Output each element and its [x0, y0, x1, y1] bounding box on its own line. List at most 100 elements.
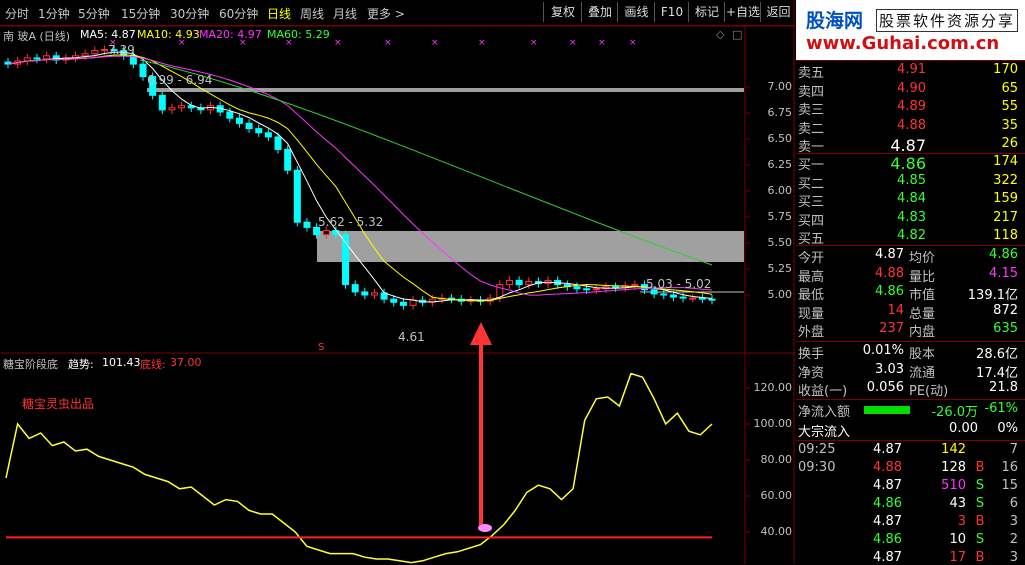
candle-body: [284, 148, 292, 171]
candle-body: [399, 301, 407, 306]
stat-label: 外盘: [798, 325, 825, 340]
candle-body: [255, 128, 263, 134]
candle-body: [525, 280, 533, 286]
candle-body: [139, 63, 147, 78]
sell-level-price: 4.90: [897, 80, 926, 96]
buy-level-volume: 322: [993, 172, 1018, 188]
fin-label: 流通: [909, 365, 936, 381]
candle-body: [592, 288, 600, 291]
candle-body: [168, 107, 176, 111]
net-inflow-value: -26.0万: [931, 405, 978, 420]
candle-body: [679, 296, 687, 299]
stat-value: 4.86: [875, 284, 904, 299]
sell-level-label: 卖四: [798, 84, 825, 100]
event-marker: ×: [569, 38, 577, 48]
price-axis-label: 7.00: [767, 80, 793, 93]
tick-side: B: [975, 460, 985, 475]
event-marker: ×: [629, 38, 637, 48]
candle-body: [293, 169, 301, 223]
price-axis-label: 6.75: [767, 106, 793, 119]
price-axis-label: 5.25: [767, 262, 793, 275]
tick-volume: 10: [949, 532, 966, 547]
stat-label: 市值: [909, 288, 936, 303]
fin-label: 换手: [798, 347, 825, 362]
stat-value: 4.86: [989, 247, 1018, 262]
fin-label: 收益(一): [798, 384, 848, 399]
candle-body: [100, 49, 108, 52]
watermark-brand: 股海网: [806, 10, 864, 32]
sell-level-price: 4.88: [897, 117, 926, 133]
event-marker: ×: [285, 38, 293, 48]
signal-dot: [478, 524, 492, 532]
stat-value: 139.1亿: [967, 288, 1018, 303]
event-marker: ×: [478, 38, 486, 48]
signal-arrow-head: [470, 322, 492, 345]
buy-level-label: 买二: [798, 176, 825, 192]
base-value: 37.00: [170, 356, 202, 369]
fin-label: 股本: [909, 347, 936, 362]
tick-side: S: [975, 532, 985, 547]
buy-level-price: 4.83: [897, 209, 926, 225]
tick-price: 4.87: [873, 478, 902, 493]
stat-value: 14: [887, 302, 904, 318]
stat-value: 635: [993, 321, 1018, 336]
event-marker: ×: [178, 38, 186, 48]
candle-body: [631, 284, 639, 287]
buy-level-volume: 174: [993, 154, 1018, 169]
fin-value: 21.8: [989, 380, 1018, 395]
fin-value: 0.056: [866, 380, 904, 395]
tick-price: 4.88: [873, 460, 902, 475]
candle-body: [361, 291, 369, 296]
stat-label: 量比: [909, 269, 936, 285]
tick-time: 09:30: [798, 460, 836, 475]
stat-label: 最高: [798, 269, 825, 285]
tick-volume: 43: [949, 496, 966, 511]
candle-body: [91, 50, 99, 55]
candle-body: [390, 298, 398, 303]
fin-label: PE(动): [909, 384, 949, 399]
sell-level-price: 4.89: [897, 99, 926, 114]
candle-body: [303, 221, 311, 228]
buy-level-label: 买一: [798, 158, 825, 173]
candle-body: [245, 122, 253, 130]
net-inflow-bar: [864, 406, 910, 414]
net-inflow-pct: -61%: [984, 401, 1018, 416]
sell-level-volume: 170: [993, 62, 1018, 77]
stat-label: 最低: [798, 288, 825, 303]
buy-level-price: 4.85: [897, 172, 926, 188]
sell-level-volume: 55: [1001, 99, 1018, 114]
sell-level-price: 4.91: [897, 62, 926, 77]
candle-body: [409, 299, 417, 306]
tick-volume: 142: [941, 442, 966, 457]
stat-value: 872: [993, 302, 1018, 318]
stat-label: 总量: [909, 306, 936, 322]
indicator-title: 糖宝阶段底: [3, 358, 58, 371]
watermark-slogan: 股票软件资源分享: [876, 9, 1019, 32]
candle-body: [660, 293, 668, 296]
sell-level-label: 卖二: [798, 121, 825, 137]
stat-value: 4.87: [875, 247, 904, 262]
fin-value: 0.01%: [862, 343, 904, 358]
indicator-axis-label: 60.00: [760, 489, 793, 502]
partial-price: 4: [797, 36, 809, 56]
sell-level-volume: 35: [1001, 117, 1018, 133]
buy-level-volume: 159: [993, 191, 1018, 206]
candle-body: [351, 284, 359, 293]
event-marker: ×: [384, 38, 392, 48]
buy-level-price: 4.84: [897, 191, 926, 206]
stat-value: 4.15: [989, 265, 1018, 281]
event-marker: ×: [334, 38, 342, 48]
stat-label: 现量: [798, 306, 825, 322]
tick-price: 4.86: [873, 496, 902, 511]
candle-body: [43, 55, 51, 60]
price-axis-label: 6.25: [767, 158, 793, 171]
stat-value: 237: [879, 321, 904, 336]
indicator-axis-label: 120.00: [753, 381, 793, 394]
tick-price: 4.87: [873, 442, 902, 457]
tick-price: 4.87: [873, 550, 902, 565]
band-range-note-2: 5.62 - 5.32: [318, 215, 384, 229]
indicator-axis-label: 80.00: [760, 453, 793, 466]
candle-body: [370, 292, 378, 296]
resistance-band-1: [147, 88, 744, 92]
price-axis-label: 5.75: [767, 210, 793, 223]
